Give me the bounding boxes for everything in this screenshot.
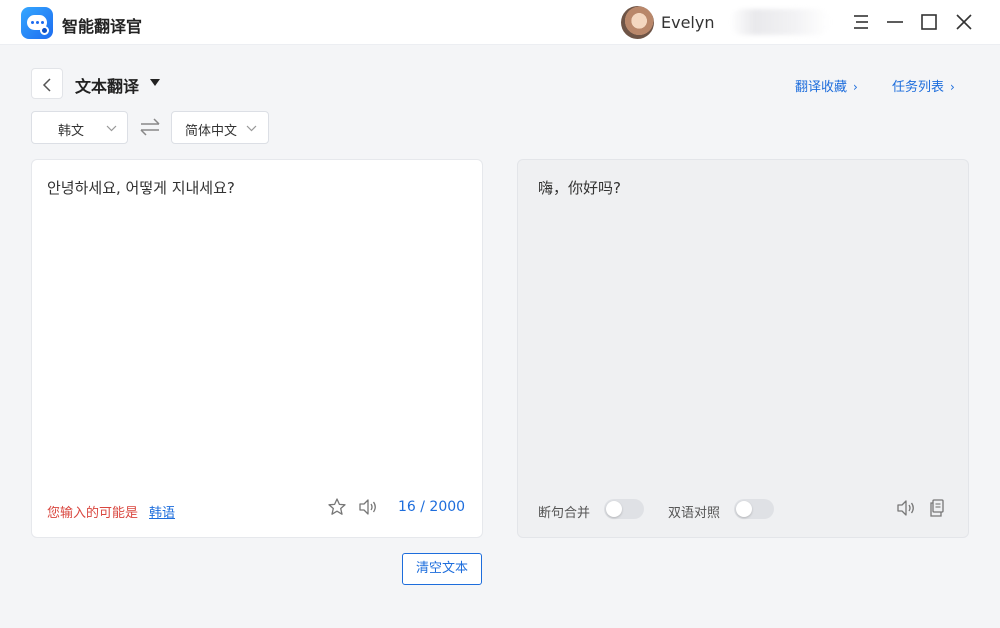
translation-result-panel: 嗨，你好吗? 断句合并 双语对照 [517, 159, 969, 538]
detected-language-hint: 您输入的可能是 [47, 506, 139, 521]
character-count: 16 / 2000 [398, 499, 466, 515]
minimize-icon[interactable] [883, 10, 907, 34]
source-language-select[interactable]: 韩文 [31, 111, 128, 144]
target-language-select[interactable]: 简体中文 [171, 111, 269, 144]
app-title: 智能翻译官 [62, 17, 143, 36]
caret-down-icon[interactable] [150, 79, 160, 86]
chevron-right-icon: › [950, 80, 955, 94]
tasks-link[interactable]: 任务列表 › [892, 76, 955, 95]
star-icon[interactable] [327, 497, 347, 517]
chevron-right-icon: › [853, 80, 858, 94]
clear-text-button[interactable]: 清空文本 [402, 553, 482, 585]
merge-sentences-label: 断句合并 [538, 506, 591, 521]
title-bar: 智能翻译官 Evelyn [0, 0, 1000, 45]
copy-icon[interactable] [929, 499, 945, 517]
back-button[interactable] [31, 68, 63, 99]
close-icon[interactable] [952, 10, 976, 34]
translation-result-text: 嗨，你好吗? [538, 179, 621, 197]
swap-languages-icon[interactable] [139, 117, 161, 137]
source-text-panel[interactable]: 안녕하세요, 어떻게 지내세요? 您输入的可能是 韩语 16 / 2000 [31, 159, 483, 538]
chevron-down-icon [246, 125, 257, 132]
app-logo-icon [21, 7, 53, 39]
merge-sentences-toggle[interactable] [604, 499, 644, 519]
maximize-icon[interactable] [917, 10, 941, 34]
target-language-label: 简体中文 [185, 124, 238, 139]
tasks-link-label: 任务列表 [892, 80, 945, 95]
bilingual-compare-label: 双语对照 [668, 506, 721, 521]
chevron-left-icon [42, 78, 51, 92]
menu-icon[interactable] [849, 10, 873, 34]
favorites-link-label: 翻译收藏 [795, 80, 848, 95]
user-avatar[interactable] [621, 6, 654, 39]
speaker-icon[interactable] [358, 498, 378, 516]
chevron-down-icon [106, 125, 117, 132]
bilingual-compare-toggle[interactable] [734, 499, 774, 519]
favorites-link[interactable]: 翻译收藏 › [795, 76, 858, 95]
source-text-input[interactable]: 안녕하세요, 어떻게 지내세요? [47, 177, 235, 198]
username[interactable]: Evelyn [661, 13, 714, 32]
speaker-icon[interactable] [896, 499, 916, 517]
blurred-info [730, 9, 830, 35]
detected-language-link[interactable]: 韩语 [149, 502, 175, 521]
source-language-label: 韩文 [58, 124, 85, 139]
page-title[interactable]: 文本翻译 [75, 73, 139, 97]
